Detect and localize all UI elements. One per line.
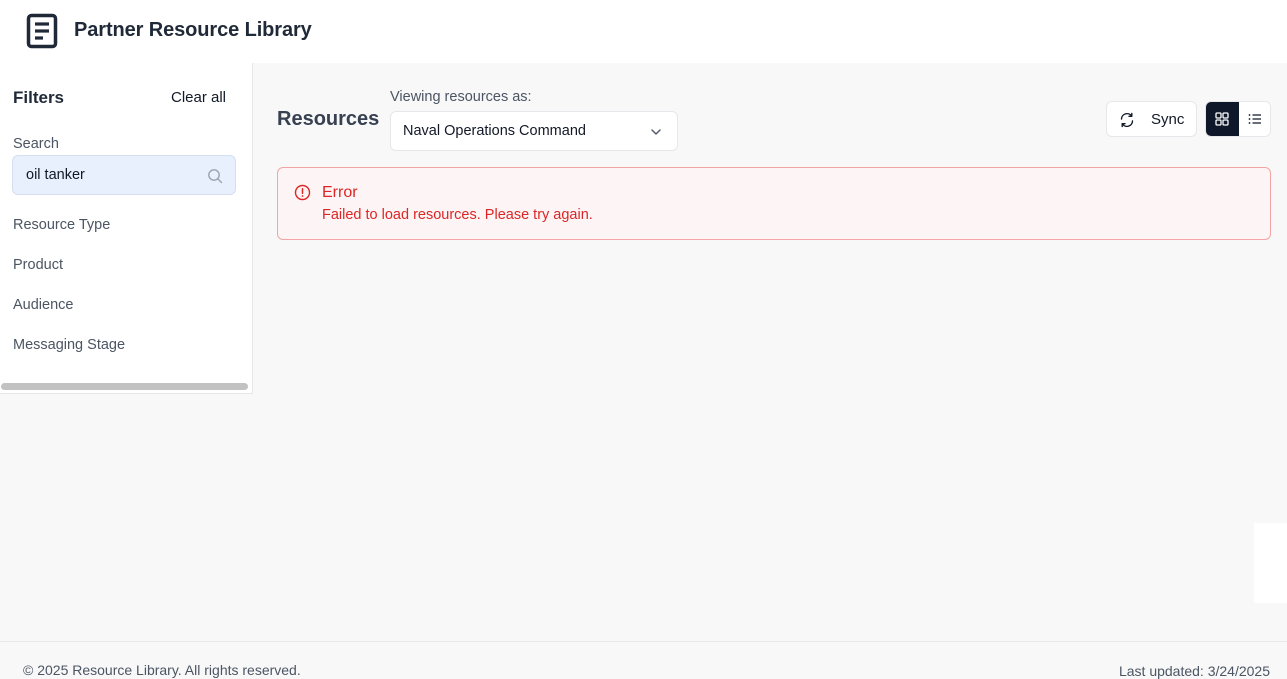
grid-view-button[interactable]: [1206, 102, 1239, 136]
horizontal-scrollbar[interactable]: [0, 381, 252, 391]
refresh-icon: [1120, 112, 1134, 128]
app-title: Partner Resource Library: [74, 19, 312, 41]
search-icon: [208, 169, 223, 184]
list-view-button[interactable]: [1239, 102, 1270, 136]
clear-all-button[interactable]: Clear all: [171, 89, 226, 106]
app-header: Partner Resource Library: [0, 0, 1287, 63]
document-icon[interactable]: [26, 13, 58, 49]
last-updated-text: Last updated: 3/24/2025: [1118, 663, 1270, 679]
chevron-down-icon: [651, 129, 661, 135]
grid-icon: [1215, 112, 1229, 126]
search-field[interactable]: [12, 155, 236, 195]
view-mode-toggle: [1205, 101, 1271, 137]
page-title: Resources: [277, 108, 380, 130]
filters-sidebar: Filters Clear all Search Resource Type P…: [0, 63, 253, 394]
search-label: Search: [13, 136, 59, 152]
filters-title: Filters: [13, 88, 65, 107]
error-title: Error: [322, 184, 358, 201]
error-message: Failed to load resources. Please try aga…: [322, 207, 593, 223]
viewing-as-label: Viewing resources as:: [390, 89, 532, 105]
scrollbar-thumb[interactable]: [1, 383, 248, 390]
list-icon: [1248, 114, 1261, 124]
sync-label: Sync: [1151, 111, 1185, 128]
page-footer: © 2025 Resource Library. All rights rese…: [0, 641, 1287, 679]
search-input[interactable]: [26, 167, 206, 183]
filter-resource-type[interactable]: Resource Type: [13, 217, 110, 233]
filter-audience[interactable]: Audience: [13, 297, 73, 313]
sync-button[interactable]: Sync: [1106, 101, 1197, 137]
error-alert: Error Failed to load resources. Please t…: [277, 167, 1271, 240]
side-panel-tab[interactable]: [1254, 523, 1287, 603]
alert-circle-icon: [294, 184, 311, 201]
filter-product[interactable]: Product: [13, 257, 63, 273]
viewing-as-select[interactable]: Naval Operations Command: [390, 111, 678, 151]
filter-messaging-stage[interactable]: Messaging Stage: [13, 337, 125, 353]
viewing-as-value: Naval Operations Command: [403, 123, 586, 139]
